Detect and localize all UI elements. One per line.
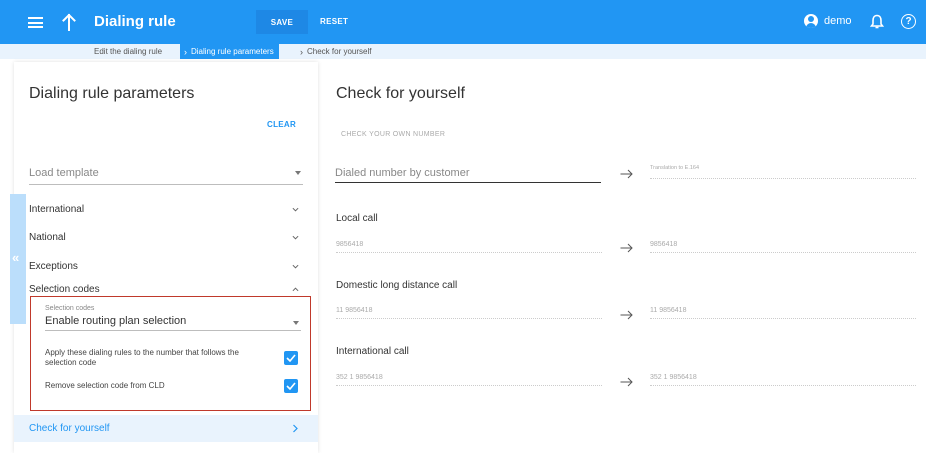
- breadcrumb-item-label: Dialing rule parameters: [191, 47, 274, 56]
- checkmark-icon: [286, 382, 296, 390]
- right-panel-title: Check for yourself: [336, 85, 465, 102]
- dropdown-arrow-icon: [295, 171, 301, 175]
- check-yourself-label: Check for yourself: [29, 423, 110, 434]
- user-icon: [804, 14, 818, 28]
- bell-icon[interactable]: [870, 14, 884, 30]
- breadcrumb: Edit the dialing rule › Dialing rule par…: [0, 44, 926, 59]
- arrow-right-icon: [620, 377, 633, 387]
- domestic-call-input-value: 11 9856418: [336, 307, 373, 314]
- double-chevron-left-icon[interactable]: «: [12, 250, 19, 265]
- section-label: National: [29, 232, 66, 243]
- remove-selection-code-label: Remove selection code from CLD: [45, 381, 165, 390]
- international-call-label: International call: [336, 346, 409, 357]
- international-call-output: 352 1 9856418: [650, 373, 916, 386]
- breadcrumb-item-rule-parameters[interactable]: › Dialing rule parameters: [180, 44, 279, 59]
- arrow-right-icon: [620, 169, 633, 179]
- section-national[interactable]: National: [29, 230, 303, 248]
- save-button[interactable]: SAVE: [256, 10, 308, 34]
- arrow-right-icon: [620, 310, 633, 320]
- international-call-input[interactable]: 352 1 9856418: [336, 373, 602, 386]
- chevron-right-icon: ›: [300, 46, 303, 57]
- breadcrumb-item-check-yourself[interactable]: › Check for yourself: [300, 44, 371, 59]
- section-label: International: [29, 204, 85, 215]
- chevron-down-icon: [292, 264, 299, 269]
- local-call-input-value: 9856418: [336, 241, 364, 248]
- local-call-output-value: 9856418: [650, 241, 678, 248]
- local-call-input[interactable]: 9856418: [336, 240, 602, 253]
- breadcrumb-item-edit-rule[interactable]: Edit the dialing rule: [94, 44, 162, 59]
- chevron-down-icon: [292, 207, 299, 212]
- apply-rules-checkbox[interactable]: [284, 351, 298, 365]
- user-menu[interactable]: demo: [804, 14, 852, 28]
- user-name: demo: [824, 15, 852, 27]
- remove-selection-code-checkbox[interactable]: [284, 379, 298, 393]
- section-international[interactable]: International: [29, 202, 303, 220]
- chevron-right-icon: [293, 424, 298, 433]
- menu-icon[interactable]: [28, 17, 43, 28]
- section-label: Exceptions: [29, 261, 78, 272]
- page-title: Dialing rule: [94, 13, 176, 30]
- chevron-up-icon: [292, 287, 299, 292]
- check-yourself-nav-item[interactable]: Check for yourself: [14, 415, 318, 442]
- domestic-call-input[interactable]: 11 9856418: [336, 306, 602, 319]
- selection-codes-value: Enable routing plan selection: [45, 315, 187, 327]
- international-call-input-value: 352 1 9856418: [336, 374, 383, 381]
- dialed-number-placeholder: Dialed number by customer: [335, 167, 470, 179]
- top-app-bar: Dialing rule SAVE RESET demo ?: [0, 0, 926, 44]
- domestic-call-output: 11 9856418: [650, 306, 916, 319]
- help-icon[interactable]: ?: [901, 14, 916, 29]
- check-own-number-button[interactable]: CHECK YOUR OWN NUMBER: [341, 131, 445, 138]
- domestic-call-label: Domestic long distance call: [336, 280, 458, 291]
- panel-title: Dialing rule parameters: [29, 85, 195, 102]
- load-template-placeholder: Load template: [29, 167, 99, 179]
- local-call-output: 9856418: [650, 240, 916, 253]
- chevron-right-icon: ›: [184, 46, 187, 57]
- arrow-right-icon: [620, 243, 633, 253]
- section-label: Selection codes: [29, 284, 100, 295]
- domestic-call-output-value: 11 9856418: [650, 307, 687, 314]
- apply-rules-label: Apply these dialing rules to the number …: [45, 348, 239, 367]
- dropdown-arrow-icon: [293, 321, 299, 325]
- selection-codes-field-label: Selection codes: [45, 305, 95, 312]
- breadcrumb-item-label: Check for yourself: [307, 47, 372, 56]
- international-call-output-value: 352 1 9856418: [650, 374, 697, 381]
- checkmark-icon: [286, 354, 296, 362]
- translation-output-field: Translation to E.164: [650, 165, 916, 179]
- reset-button[interactable]: RESET: [320, 17, 348, 26]
- chevron-down-icon: [292, 235, 299, 240]
- section-exceptions[interactable]: Exceptions: [29, 259, 303, 277]
- load-template-select[interactable]: Load template: [29, 165, 303, 185]
- local-call-label: Local call: [336, 213, 378, 224]
- dialed-number-input[interactable]: Dialed number by customer: [335, 165, 601, 183]
- arrow-up-icon[interactable]: [62, 13, 76, 31]
- clear-button[interactable]: CLEAR: [267, 120, 296, 129]
- selection-codes-select[interactable]: Enable routing plan selection: [45, 314, 301, 331]
- translation-placeholder: Translation to E.164: [650, 165, 700, 171]
